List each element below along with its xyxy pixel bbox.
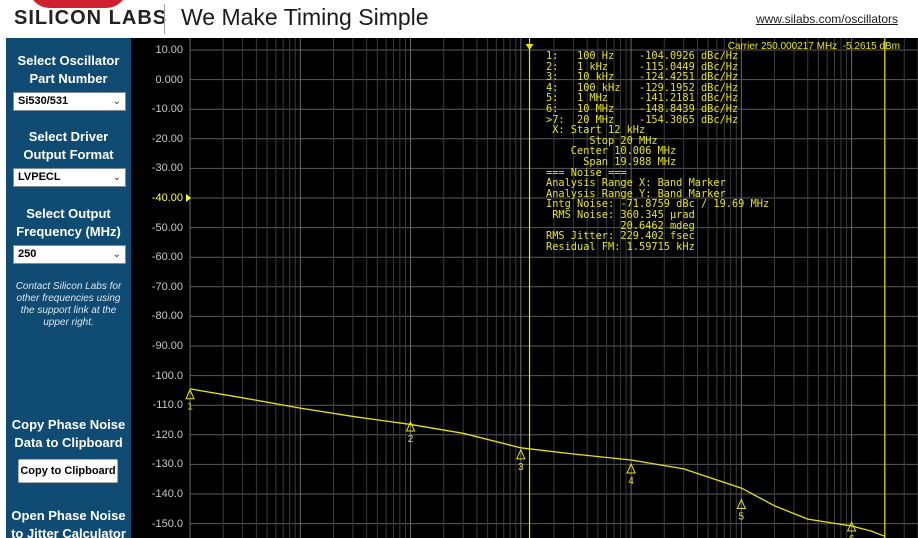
part-number-select[interactable]: Si530/531 ⌄ (13, 92, 126, 111)
y-tick-label: -120.0 (151, 428, 183, 441)
output-frequency-label: Select Output Frequency (MHz) (16, 206, 121, 239)
logo-text: SILICON LABS (14, 7, 168, 29)
chevron-down-icon: ⌄ (112, 96, 121, 107)
y-tick-label: -140.0 (151, 488, 183, 500)
y-tick-label: -150.0 (151, 517, 183, 530)
part-number-value: Si530/531 (18, 95, 69, 107)
chevron-down-icon: ⌄ (112, 249, 121, 260)
y-tick-label: -50.00 (151, 221, 183, 234)
marker-readout: 1: 100 Hz -104.0926 dBc/Hz 2: 1 kHz -115… (546, 50, 770, 253)
phase-noise-trace (189, 388, 886, 537)
y-tick-label: 10.00 (155, 44, 183, 56)
band-marker-flag-icon (525, 44, 534, 50)
driver-format-label: Select Driver Output Format (23, 129, 114, 162)
y-tick-label: -100.0 (151, 369, 183, 382)
site-link[interactable]: www.silabs.com/oscillators (756, 12, 898, 26)
contact-note: Contact Silicon Labs for other frequenci… (15, 281, 122, 328)
y-tick-label: -110.0 (152, 399, 183, 412)
phase-noise-chart: 1234567 (185, 38, 918, 538)
sidebar: Select Oscillator Part Number Si530/531 … (6, 38, 131, 538)
y-tick-label: -60.00 (151, 251, 183, 264)
output-frequency-select[interactable]: 250 ⌄ (13, 245, 126, 264)
y-tick-label: -30.00 (151, 162, 183, 175)
marker-label: 4 (628, 476, 634, 487)
y-tick-label: -90.00 (151, 340, 183, 352)
header-bar: SILICON LABS We Make Timing Simple www.s… (0, 0, 918, 38)
chevron-down-icon: ⌄ (112, 172, 121, 183)
y-tick-label: -20.00 (151, 132, 183, 145)
marker-label: 2 (408, 434, 414, 445)
driver-format-value: LVPECL (18, 171, 61, 183)
marker-label: 1 (187, 402, 193, 413)
tagline: We Make Timing Simple (181, 4, 429, 30)
part-number-label: Select Oscillator Part Number (17, 53, 120, 86)
phase-noise-plot: 1234567 10.000.000-10.00-20.00-30.00-40.… (131, 38, 918, 538)
marker-label: 3 (518, 462, 524, 473)
y-tick-label: 0.000 (155, 73, 183, 86)
y-tick-label: -40.00 (151, 192, 183, 204)
carrier-readout: Carrier 250.000217 MHz -5.2615 dBm (727, 41, 900, 52)
jitter-calculator-label: Open Phase Noise to Jitter Calculator (11, 508, 126, 538)
y-tick-label: -70.00 (151, 280, 183, 293)
copy-phase-noise-label: Copy Phase Noise Data to Clipboard (11, 417, 126, 450)
y-tick-label: -130.0 (151, 458, 183, 471)
copy-to-clipboard-button[interactable]: Copy to Clipboard (18, 459, 118, 483)
output-frequency-value: 250 (18, 248, 37, 260)
marker-label: 5 (739, 512, 745, 523)
marker-label: 6 (849, 534, 855, 538)
y-tick-label: -10.00 (151, 103, 183, 116)
header-divider (164, 4, 165, 34)
driver-format-select[interactable]: LVPECL ⌄ (13, 168, 126, 187)
y-tick-label: -80.00 (151, 310, 183, 323)
